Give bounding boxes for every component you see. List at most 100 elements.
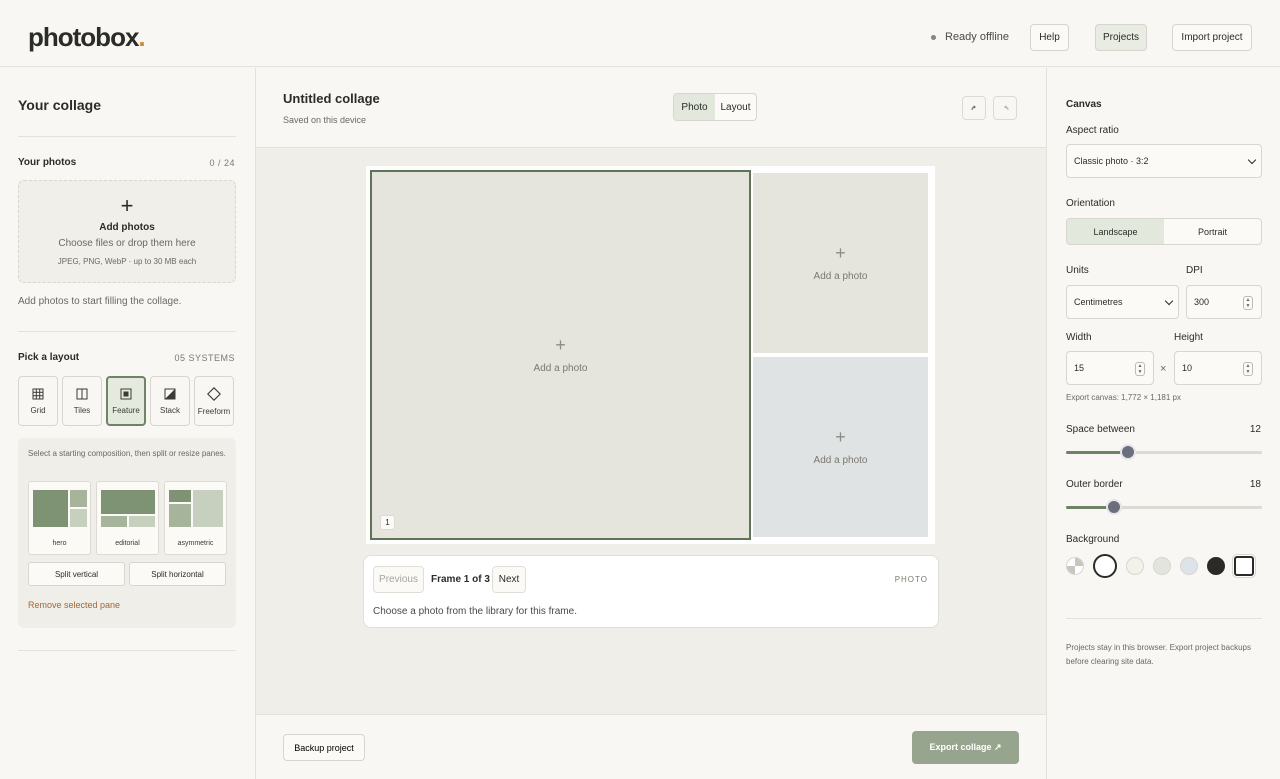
add-photo-icon: +	[835, 427, 846, 447]
add-icon: +	[120, 193, 134, 218]
layout-system-picker: Grid Tiles Feature Stack Freeform	[18, 376, 234, 426]
width-label: Width	[1066, 332, 1092, 343]
collage-pane-1[interactable]: + Add a photo 1	[370, 170, 751, 540]
editor-header: Untitled collage Saved on this device Ph…	[256, 68, 1046, 148]
layout-count: 05 SYSTEMS	[174, 353, 235, 363]
aspect-ratio-select[interactable]: Classic photo · 3:2	[1066, 144, 1262, 178]
preset-asymmetric[interactable]: asymmetric	[164, 481, 227, 555]
offline-status: Ready offline	[931, 31, 1009, 43]
dropzone-title: Add photos	[99, 222, 155, 233]
stepper-icon[interactable]: ▲ ▼	[1243, 296, 1253, 310]
layout-tiles-button[interactable]: Tiles	[62, 376, 102, 426]
preset-thumbnail	[101, 490, 155, 527]
custom-color-swatch[interactable]	[1234, 556, 1254, 576]
left-panel: Your collage Your photos 0 / 24 + Add ph…	[0, 68, 256, 779]
dpi-input[interactable]: 300 ▲ ▼	[1186, 285, 1262, 319]
slider-handle[interactable]	[1120, 444, 1136, 460]
freeform-icon	[207, 386, 221, 401]
layout-grid-button[interactable]: Grid	[18, 376, 58, 426]
collage-canvas: + Add a photo 1 + Add a photo + Add a ph…	[366, 166, 935, 544]
split-horizontal-button[interactable]: Split horizontal	[129, 562, 226, 586]
landscape-option[interactable]: Landscape	[1067, 219, 1164, 244]
divider	[18, 650, 236, 651]
redo-button[interactable]	[993, 96, 1017, 120]
outer-border-label: Outer border	[1066, 479, 1123, 490]
white-swatch[interactable]	[1093, 554, 1117, 578]
orientation-label: Orientation	[1066, 198, 1115, 209]
previous-frame-button[interactable]: Previous	[373, 566, 424, 593]
photos-count: 0 / 24	[209, 158, 235, 168]
height-label: Height	[1174, 332, 1203, 343]
dropzone-subtitle: Choose files or drop them here	[58, 238, 196, 249]
frame-counter: Frame 1 of 3	[431, 574, 490, 585]
export-collage-button[interactable]: Export collage ↗	[912, 731, 1019, 764]
editor-footer: Backup project Export collage ↗	[256, 714, 1046, 779]
background-label: Background	[1066, 534, 1120, 545]
canvas-section-title: Canvas	[1066, 99, 1102, 110]
editor-workspace: Untitled collage Saved on this device Ph…	[256, 68, 1046, 779]
layout-options: Select a starting composition, then spli…	[18, 438, 236, 628]
layout-feature-button[interactable]: Feature	[106, 376, 146, 426]
units-select[interactable]: Centimetres	[1066, 285, 1179, 319]
collage-title[interactable]: Untitled collage	[283, 91, 380, 106]
next-frame-button[interactable]: Next	[492, 566, 526, 593]
top-bar: photobox. Ready offline Help Projects Im…	[0, 0, 1280, 67]
frame-type-tag: PHOTO	[894, 575, 928, 584]
pane-label: Add a photo	[813, 455, 868, 466]
units-label: Units	[1066, 265, 1089, 276]
feature-icon	[120, 388, 132, 399]
black-swatch[interactable]	[1207, 557, 1225, 575]
redo-icon	[1003, 104, 1008, 110]
stepper-icon[interactable]: ▲ ▼	[1135, 362, 1145, 376]
layout-description: Select a starting composition, then spli…	[28, 449, 226, 458]
collage-pane-2[interactable]: + Add a photo	[753, 173, 928, 353]
logo[interactable]: photobox.	[28, 22, 146, 53]
transparent-swatch[interactable]	[1066, 557, 1084, 575]
mode-photo-tab[interactable]: Photo	[674, 94, 715, 120]
undo-icon	[971, 104, 976, 110]
outer-border-slider[interactable]	[1066, 499, 1262, 515]
outer-border-value: 18	[1249, 479, 1261, 490]
orientation-toggle: Landscape Portrait	[1066, 218, 1262, 245]
backup-project-button[interactable]: Backup project	[283, 734, 365, 761]
split-vertical-button[interactable]: Split vertical	[28, 562, 125, 586]
sage-swatch[interactable]	[1153, 557, 1171, 575]
chevron-down-icon	[1164, 296, 1174, 306]
stepper-icon[interactable]: ▲ ▼	[1243, 362, 1253, 376]
save-status: Saved on this device	[283, 115, 367, 125]
chevron-down-icon	[1247, 155, 1257, 165]
width-input[interactable]: 15 ▲ ▼	[1066, 351, 1154, 385]
photos-section-title: Your photos	[18, 157, 77, 168]
cream-swatch[interactable]	[1126, 557, 1144, 575]
layout-stack-button[interactable]: Stack	[150, 376, 190, 426]
mode-toggle: Photo Layout	[673, 93, 757, 121]
frame-navigator: Previous Frame 1 of 3 Next PHOTO Choose …	[363, 555, 939, 628]
mist-swatch[interactable]	[1180, 557, 1198, 575]
remove-pane-link[interactable]: Remove selected pane	[28, 600, 120, 610]
status-dot-icon	[931, 34, 936, 40]
portrait-option[interactable]: Portrait	[1164, 219, 1261, 244]
layout-section-title: Pick a layout	[18, 352, 80, 363]
tiles-icon	[76, 388, 88, 399]
storage-note: Projects stay in this browser. Export pr…	[1066, 643, 1251, 666]
undo-button[interactable]	[962, 96, 986, 120]
grid-icon	[32, 388, 44, 399]
help-button[interactable]: Help	[1030, 24, 1069, 51]
preset-editorial[interactable]: editorial	[96, 481, 159, 555]
mode-layout-tab[interactable]: Layout	[715, 94, 756, 120]
space-between-label: Space between	[1066, 424, 1135, 435]
space-between-slider[interactable]	[1066, 444, 1262, 460]
slider-handle[interactable]	[1106, 499, 1122, 515]
preset-hero[interactable]: hero	[28, 481, 91, 555]
collage-pane-3[interactable]: + Add a photo	[753, 357, 928, 537]
aspect-ratio-label: Aspect ratio	[1066, 125, 1119, 136]
space-between-value: 12	[1249, 424, 1261, 435]
stack-icon	[164, 388, 176, 399]
layout-freeform-button[interactable]: Freeform	[194, 376, 234, 426]
export-canvas-size: Export canvas: 1,772 × 1,181 px	[1066, 393, 1181, 402]
projects-button[interactable]: Projects	[1095, 24, 1147, 51]
photo-dropzone[interactable]: + Add photos Choose files or drop them h…	[18, 180, 236, 283]
multiply-icon: ×	[1160, 363, 1167, 375]
height-input[interactable]: 10 ▲ ▼	[1174, 351, 1262, 385]
import-project-button[interactable]: Import project	[1172, 24, 1252, 51]
